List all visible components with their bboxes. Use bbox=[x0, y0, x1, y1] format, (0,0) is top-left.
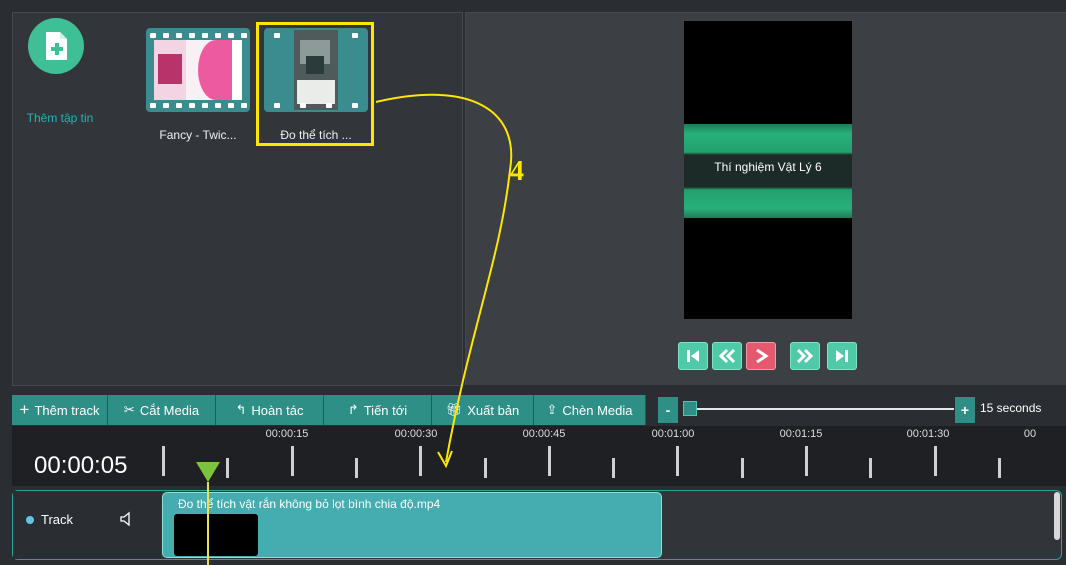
playhead-line bbox=[207, 482, 209, 565]
drag-arrow-annotation bbox=[375, 93, 513, 469]
step-number-annotation: 4 bbox=[510, 156, 524, 187]
playhead-marker[interactable] bbox=[196, 462, 220, 482]
